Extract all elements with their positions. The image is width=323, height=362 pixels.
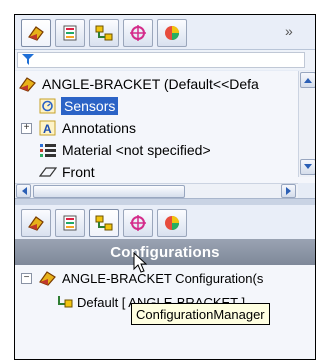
tree-item-label: Annotations xyxy=(62,120,136,136)
configuration-icon xyxy=(58,296,73,308)
configuration-manager-icon xyxy=(95,25,113,41)
svg-text:A: A xyxy=(43,122,52,136)
tree-root-row[interactable]: ANGLE-BRACKET (Default<<Defa xyxy=(17,73,259,95)
arrow-down-icon xyxy=(304,164,312,169)
filter-row xyxy=(15,50,315,70)
property-manager-icon xyxy=(63,215,77,231)
display-manager-icon xyxy=(165,26,179,40)
dimxpert-manager-icon xyxy=(130,25,146,41)
tree-vertical-scrollbar[interactable] xyxy=(298,71,315,177)
top-tab-strip: » xyxy=(15,15,315,50)
scroll-down-button[interactable] xyxy=(300,159,315,175)
arrow-right-icon xyxy=(285,187,291,195)
tree-item-sensors[interactable]: Sensors xyxy=(39,95,119,117)
tree-item-label: Sensors xyxy=(61,97,119,115)
scroll-left-button[interactable] xyxy=(16,184,31,198)
tab-property-manager-lower[interactable] xyxy=(55,209,85,237)
part-icon xyxy=(19,77,36,92)
feature-manager-icon xyxy=(28,216,44,231)
tab-configuration-manager[interactable] xyxy=(89,19,119,47)
scroll-right-button[interactable] xyxy=(281,184,296,198)
feature-tree: ANGLE-BRACKET (Default<<Defa Sensors + A… xyxy=(15,71,315,183)
plane-icon xyxy=(39,167,57,177)
scroll-up-button[interactable] xyxy=(300,72,315,88)
screenshot-frame: » ANGLE-BRACKET (Default<<Defa Sensors +… xyxy=(0,0,323,362)
tree-item-front-plane[interactable]: Front xyxy=(39,161,95,183)
config-root-label: ANGLE-BRACKET Configuration(s xyxy=(62,270,264,286)
featuremanager-panel: » ANGLE-BRACKET (Default<<Defa Sensors +… xyxy=(14,14,316,360)
dimxpert-manager-icon xyxy=(130,215,146,231)
tab-feature-manager-lower[interactable] xyxy=(21,209,51,237)
mouse-cursor-icon xyxy=(133,252,147,273)
arrow-up-icon xyxy=(304,78,312,83)
tooltip: ConfigurationManager xyxy=(131,303,270,325)
filter-icon[interactable] xyxy=(22,54,34,65)
tab-feature-manager[interactable] xyxy=(21,19,51,47)
configuration-manager-icon xyxy=(95,215,113,231)
tree-filter-input[interactable] xyxy=(17,52,305,68)
material-icon xyxy=(40,144,56,157)
collapse-toggle[interactable]: − xyxy=(21,273,32,284)
sensors-icon xyxy=(39,98,56,114)
tab-property-manager[interactable] xyxy=(55,19,85,47)
tree-item-label: Front xyxy=(62,164,95,180)
annotations-icon: A xyxy=(39,120,56,136)
tree-item-annotations[interactable]: + A Annotations xyxy=(15,117,136,139)
arrow-left-icon xyxy=(21,187,27,195)
panel-splitter[interactable] xyxy=(15,198,315,205)
overflow-chevron[interactable]: » xyxy=(285,23,293,39)
tree-root-label: ANGLE-BRACKET (Default<<Defa xyxy=(42,76,259,92)
lower-tab-strip xyxy=(15,205,315,239)
tab-display-manager[interactable] xyxy=(157,19,187,47)
expand-toggle[interactable]: + xyxy=(21,123,32,134)
feature-manager-icon xyxy=(28,26,44,41)
part-icon xyxy=(39,271,56,286)
horizontal-scroll-thumb[interactable] xyxy=(33,185,185,198)
tab-configuration-manager-lower[interactable] xyxy=(89,209,119,237)
tab-display-manager-lower[interactable] xyxy=(157,209,187,237)
display-manager-icon xyxy=(165,216,179,230)
tree-item-material[interactable]: Material <not specified> xyxy=(39,139,211,161)
tab-dimxpert-manager-lower[interactable] xyxy=(123,209,153,237)
configurations-header: Configurations xyxy=(15,239,315,265)
tree-item-label: Material <not specified> xyxy=(62,142,211,158)
tab-dimxpert-manager[interactable] xyxy=(123,19,153,47)
tree-horizontal-scrollbar[interactable] xyxy=(15,183,298,198)
property-manager-icon xyxy=(63,25,77,41)
